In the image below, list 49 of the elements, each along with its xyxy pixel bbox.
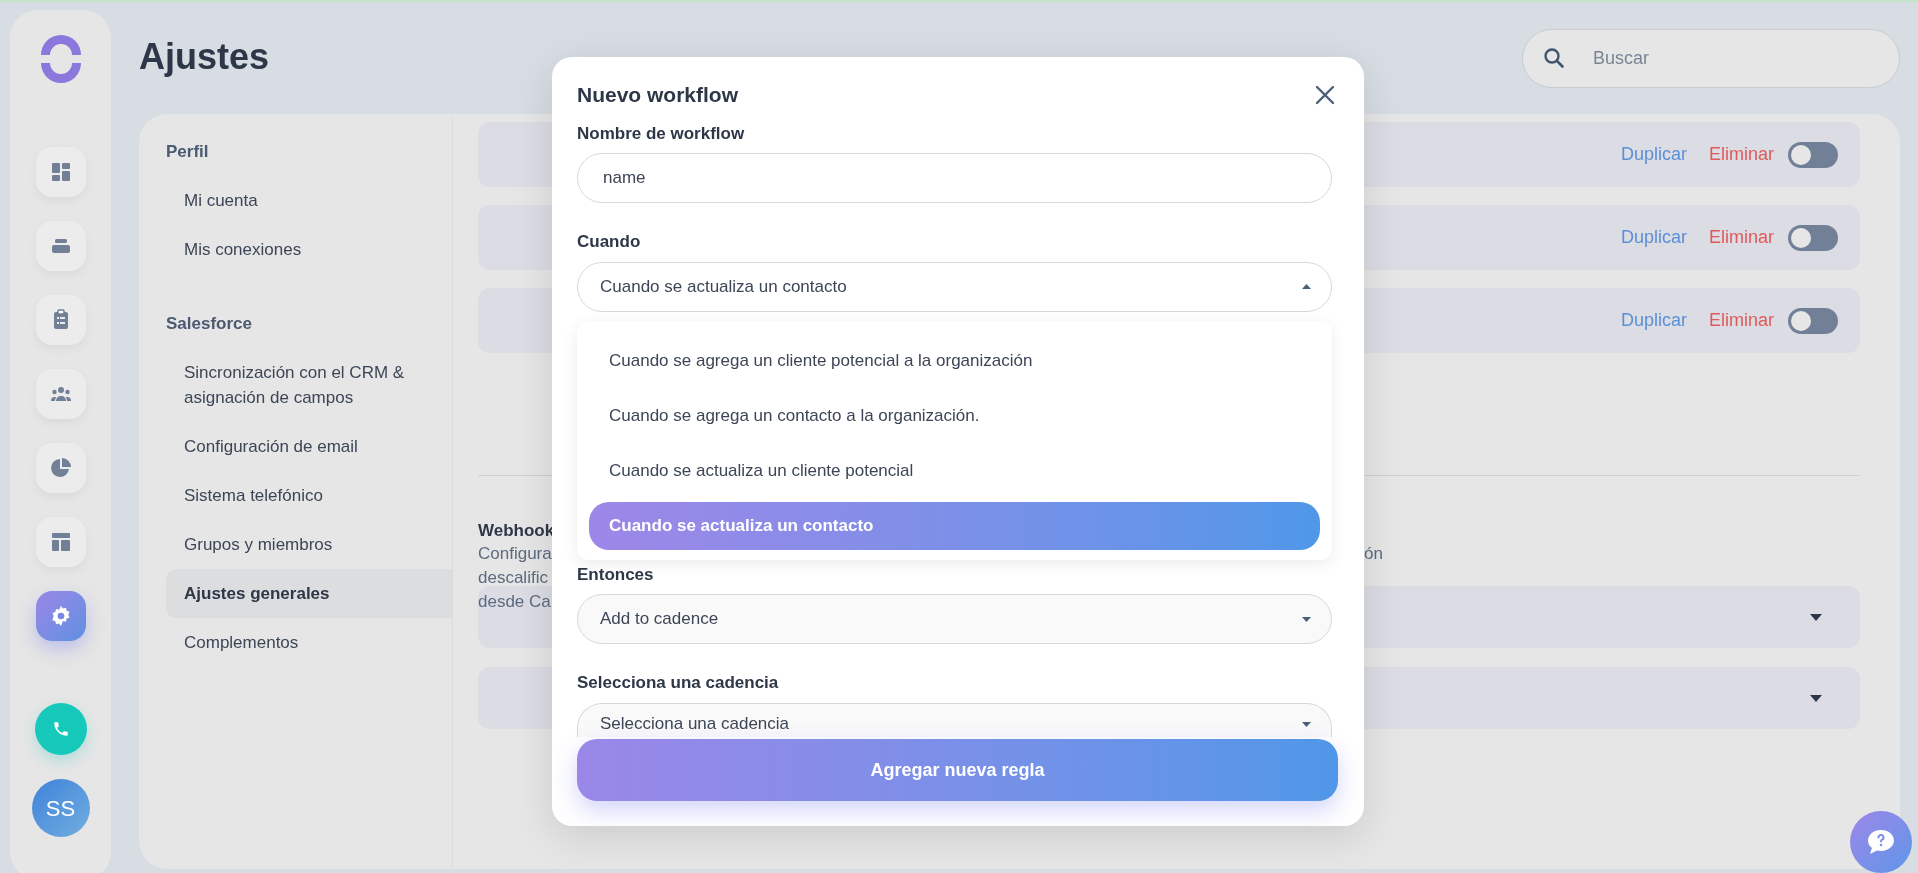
dropdown-option[interactable]: Cuando se actualiza un cliente potencial (589, 446, 1320, 495)
field-label: Cuando (577, 231, 641, 253)
name-input[interactable]: name (577, 153, 1332, 203)
toggle-switch[interactable] (1788, 307, 1838, 334)
menu-item[interactable]: Mi cuenta (166, 176, 452, 225)
menu-section-title: Perfil (166, 141, 210, 164)
field-label: Entonces (577, 563, 654, 586)
select-placeholder: Selecciona una cadencia (600, 713, 790, 736)
nav-button[interactable] (35, 517, 86, 567)
description-text: descalific (478, 567, 548, 589)
menu-item[interactable]: Ajustes generales (166, 569, 452, 618)
field-label: Selecciona una cadencia (577, 672, 779, 694)
caret-icon (1302, 721, 1311, 727)
select-field[interactable]: Selecciona una cadencia (577, 702, 1332, 737)
pie-chart-icon (48, 456, 73, 480)
menu-item[interactable]: Sistema telefónico (166, 471, 452, 520)
menu-item[interactable]: Configuración de email (166, 422, 452, 471)
menu-item[interactable]: Mis conexiones (166, 225, 452, 274)
menu-item[interactable]: Sincronización con el CRM & asignación de campos (166, 348, 452, 422)
menu-section-title: Salesforce (166, 313, 253, 336)
description-text: ón (1364, 543, 1383, 565)
toggle-switch[interactable] (1788, 141, 1838, 168)
modal-title: Nuevo workflow (577, 82, 739, 108)
search-field[interactable]: Buscar (1522, 29, 1900, 88)
nav-button[interactable] (35, 369, 86, 419)
field-label: Nombre de workflow (577, 122, 745, 145)
webhook-title: Webhook (478, 520, 555, 542)
dropdown-option[interactable]: Cuando se agrega un cliente potencial a la organización (589, 336, 1320, 385)
menu-item[interactable]: Complementos (166, 618, 452, 667)
select-field[interactable]: Add to cadence (577, 594, 1332, 644)
select-value: Cuando se actualiza un contacto (600, 275, 847, 298)
nav-button[interactable] (35, 591, 86, 641)
select-value: Add to cadence (600, 608, 719, 631)
help-chat-icon (1866, 828, 1896, 856)
toggle-switch[interactable] (1788, 224, 1838, 251)
caret-icon (1302, 616, 1311, 622)
phone-icon (51, 720, 70, 738)
select-field[interactable]: Cuando se actualiza un contacto (577, 261, 1332, 312)
nav-button[interactable] (35, 147, 86, 197)
page-title: Ajustes (139, 35, 270, 79)
search-icon (1542, 46, 1566, 70)
description-text: Configura (478, 543, 552, 565)
description-text: desde Ca (478, 591, 551, 613)
nav-button[interactable] (35, 295, 86, 345)
nav-button[interactable] (35, 443, 86, 493)
close-icon (1315, 84, 1335, 105)
dropdown-option[interactable]: Cuando se agrega un contacto a la organización. (589, 391, 1320, 440)
menu-item[interactable]: Grupos y miembros (166, 520, 452, 569)
nav-button[interactable] (35, 221, 86, 271)
